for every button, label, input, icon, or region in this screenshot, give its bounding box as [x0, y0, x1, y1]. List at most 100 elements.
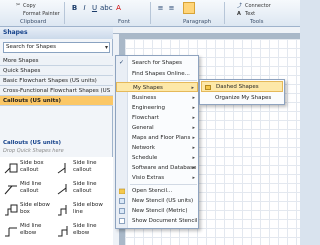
- stencil-item[interactable]: Side line callout: [55, 179, 105, 199]
- menu-item-label: Show Document Stencil: [132, 218, 198, 224]
- menu-item-visio-extras[interactable]: Visio Extras ▸: [116, 173, 198, 183]
- side-elbow-line-icon: [58, 205, 67, 216]
- submenu-arrow-icon: ▸: [192, 135, 195, 141]
- submenu-item-label: Organize My Shapes: [215, 95, 272, 101]
- menu-item-new-stencil-us[interactable]: New Stencil (US units): [116, 196, 198, 206]
- submenu-arrow-icon: ▸: [192, 125, 195, 131]
- paragraph-group-label: Paragraph: [183, 19, 212, 25]
- submenu-arrow-icon: ▸: [191, 85, 194, 91]
- menu-item-label: General: [132, 125, 154, 131]
- menu-separator: [130, 184, 197, 185]
- menu-item-schedule[interactable]: Schedule ▸: [116, 153, 198, 163]
- font-color-button[interactable]: A: [114, 4, 123, 13]
- align-justify-button[interactable]: [183, 2, 195, 14]
- stencil-item[interactable]: Mid line elbow: [2, 221, 52, 241]
- submenu-arrow-icon: ▸: [192, 175, 195, 181]
- stencil-item-label: Mid line elbow: [20, 223, 42, 236]
- align-center-button[interactable]: ≡: [167, 4, 176, 13]
- submenu-item-dashed-shapes[interactable]: Dashed Shapes: [201, 81, 283, 92]
- side-line-callout-icon: [57, 163, 66, 174]
- submenu-arrow-icon: ▸: [192, 165, 195, 171]
- document-stencil-icon: [119, 218, 125, 224]
- copy-button[interactable]: Copy: [23, 3, 36, 9]
- shapes-panel: Shapes Search for Shapes ▾ More Shapes Q…: [0, 27, 113, 245]
- menu-item-search-for-shapes[interactable]: ✓ Search for Shapes: [116, 58, 198, 68]
- bold-button[interactable]: B: [70, 4, 79, 13]
- drop-quick-shapes-hint: Drop Quick Shapes here: [3, 148, 64, 154]
- text-tool-button[interactable]: Text: [245, 11, 255, 17]
- menu-item-engineering[interactable]: Engineering ▸: [116, 103, 198, 113]
- stencil-item[interactable]: Mid line callout: [2, 179, 52, 199]
- stencil-item-label: Side line callout: [73, 181, 97, 194]
- connector-button[interactable]: Connector: [245, 3, 271, 9]
- stencil-item[interactable]: Side elbow box: [2, 200, 52, 220]
- menu-item-label: New Stencil (US units): [132, 198, 194, 204]
- submenu-arrow-icon: ▸: [192, 155, 195, 161]
- my-shapes-submenu: Dashed Shapes Organize My Shapes: [199, 79, 285, 105]
- category-quick-shapes[interactable]: Quick Shapes: [0, 66, 113, 76]
- check-icon: ✓: [119, 59, 125, 66]
- side-line-elbow-icon: [58, 226, 68, 237]
- menu-item-label: New Stencil (Metric): [132, 208, 188, 214]
- text-tool-icon: A: [237, 11, 241, 17]
- submenu-item-label: Dashed Shapes: [216, 84, 259, 90]
- menu-item-label: Flowchart: [132, 115, 159, 121]
- menu-item-network[interactable]: Network ▸: [116, 143, 198, 153]
- format-painter-button[interactable]: Format Painter: [23, 11, 60, 17]
- search-dropdown-icon[interactable]: ▾: [105, 43, 108, 52]
- ribbon-separator: [224, 2, 225, 24]
- strikethrough-button[interactable]: abc: [100, 4, 113, 13]
- menu-item-label: Business: [132, 95, 157, 101]
- stencil-item[interactable]: Side line callout: [55, 158, 105, 178]
- stencil-item-label: Side elbow line: [73, 202, 103, 215]
- underline-button[interactable]: U: [90, 4, 99, 13]
- new-stencil-icon: [119, 208, 125, 214]
- menu-item-label: Open Stencil...: [132, 188, 173, 194]
- cut-button[interactable]: ✂: [16, 2, 20, 8]
- menu-item-maps-floor-plans[interactable]: Maps and Floor Plans ▸: [116, 133, 198, 143]
- menu-item-general[interactable]: General ▸: [116, 123, 198, 133]
- stencil-area: Side box callout Side line callout Mid l…: [0, 157, 113, 245]
- stencil-item[interactable]: Side elbow line: [55, 200, 105, 220]
- submenu-arrow-icon: ▸: [192, 95, 195, 101]
- connector-icon: ⤴: [237, 3, 243, 9]
- mid-line-elbow-icon: [5, 227, 17, 237]
- menu-item-show-document-stencil[interactable]: Show Document Stencil: [116, 216, 198, 226]
- stencil-item-label: Mid line callout: [20, 181, 42, 194]
- stencil-item[interactable]: Side line elbow: [55, 221, 105, 241]
- submenu-arrow-icon: ▸: [192, 105, 195, 111]
- category-cross-functional-flowchart[interactable]: Cross-Functional Flowchart Shapes (US un…: [0, 86, 113, 104]
- menu-item-find-shapes-online[interactable]: Find Shapes Online...: [116, 69, 198, 79]
- category-more-shapes[interactable]: More Shapes: [0, 56, 113, 66]
- ribbon-separator: [150, 2, 151, 24]
- stencil-title: Callouts (US units): [3, 140, 62, 146]
- menu-item-new-stencil-metric[interactable]: New Stencil (Metric): [116, 206, 198, 216]
- italic-button[interactable]: I: [80, 4, 89, 13]
- category-callouts[interactable]: Callouts (US units): [0, 96, 113, 106]
- menu-item-software-database[interactable]: Software and Database ▸: [116, 163, 198, 173]
- submenu-item-organize-my-shapes[interactable]: Organize My Shapes: [201, 93, 283, 104]
- stencil-item[interactable]: Side box callout: [2, 158, 52, 178]
- ribbon: ✂ Copy Format Painter Clipboard B I U ab…: [0, 0, 300, 27]
- menu-item-label: Software and Database: [132, 165, 197, 171]
- category-basic-flowchart[interactable]: Basic Flowchart Shapes (US units): [0, 76, 113, 86]
- menu-separator: [130, 80, 197, 81]
- menu-item-open-stencil[interactable]: Open Stencil...: [116, 186, 198, 196]
- search-shapes-placeholder: Search for Shapes: [6, 44, 57, 50]
- horizontal-ruler: [113, 27, 300, 34]
- menu-item-label: My Shapes: [133, 85, 163, 91]
- search-shapes-input[interactable]: Search for Shapes ▾: [3, 42, 110, 53]
- more-shapes-menu: ✓ Search for Shapes Find Shapes Online..…: [115, 55, 199, 229]
- font-group-label: Font: [118, 19, 130, 25]
- menu-item-flowchart[interactable]: Flowchart ▸: [116, 113, 198, 123]
- menu-item-label: Maps and Floor Plans: [132, 135, 191, 141]
- menu-item-my-shapes[interactable]: My Shapes ▸: [116, 82, 198, 92]
- stencil-item-label: Side line callout: [73, 160, 97, 173]
- align-left-button[interactable]: ≡: [156, 4, 165, 13]
- menu-item-label: Schedule: [132, 155, 158, 161]
- new-stencil-icon: [119, 198, 125, 204]
- menu-item-business[interactable]: Business ▸: [116, 93, 198, 103]
- menu-item-label: Engineering: [132, 105, 165, 111]
- ribbon-separator: [64, 2, 65, 24]
- submenu-arrow-icon: ▸: [192, 115, 195, 121]
